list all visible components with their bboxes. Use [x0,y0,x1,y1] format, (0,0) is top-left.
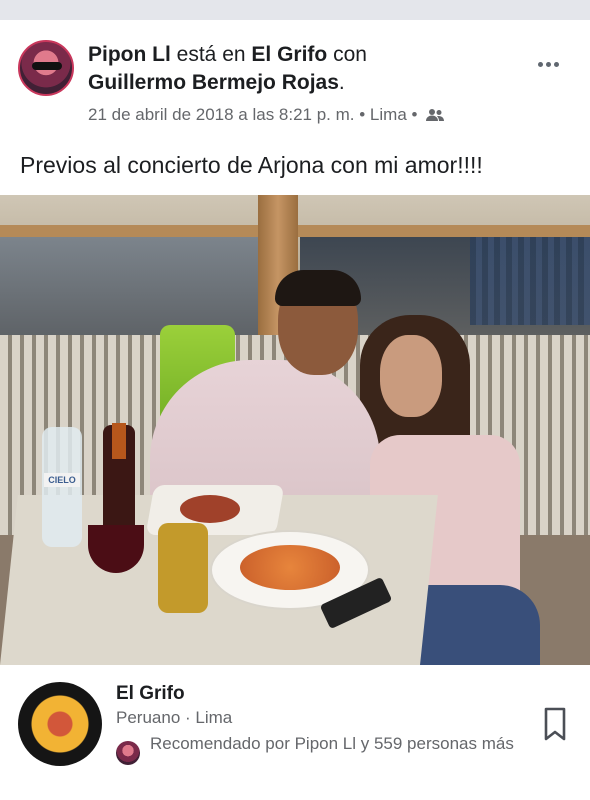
place-logo[interactable] [18,682,102,766]
photo-bottle-label: CIELO [48,475,76,485]
more-dot-icon [554,62,559,67]
avatar-glasses [32,62,62,70]
post-header-line-2: Guillermo Bermejo Rojas. [88,70,345,96]
photo-pasta [240,545,340,590]
photo-man-hair [275,270,361,306]
meta-separator-2: • [406,105,423,124]
more-options-button[interactable] [538,54,566,68]
meta-separator-1: • [354,105,370,124]
place-card[interactable]: El Grifo Peruano · Lima Recomendado por … [0,665,590,800]
author-name[interactable]: Pipon Ll [88,43,171,66]
is-at-text: está en [176,43,246,66]
photo-oil-bottle [158,523,208,613]
place-name[interactable]: El Grifo [116,683,185,705]
photo-wine-neck [112,423,126,459]
friends-icon [426,106,445,128]
photo-water-label: CIELO [44,473,80,487]
post-header: Pipon Ll está en El Grifo con Guillermo … [0,20,590,138]
post-header-line-1: Pipon Ll está en El Grifo con [88,42,528,68]
post-location: Lima [369,105,407,124]
photo-tiles [470,225,590,325]
more-dot-icon [546,62,551,67]
place-recommendation: Recomendado por Pipon Ll y 559 personas … [150,734,514,753]
place-subtitle: Peruano · Lima [116,708,233,727]
post-photo[interactable]: CIELO [0,195,590,665]
photo-water-bottle [42,427,82,547]
place-link[interactable]: El Grifo [251,43,327,66]
with-text: con [333,43,367,66]
post-meta: 21 de abril de 2018 a las 8:21 p. m. • L… [88,104,445,128]
bookmark-icon[interactable] [544,707,566,741]
photo-woman-face [380,335,442,417]
post-text: Previos al concierto de Arjona con mi am… [20,152,483,178]
tagged-period: . [338,71,345,94]
top-bar [0,0,590,20]
author-avatar[interactable] [18,40,74,96]
more-dot-icon [538,62,543,67]
tagged-person[interactable]: Guillermo Bermejo Rojas [88,71,339,94]
photo-food-back [180,495,240,523]
recommender-avatar [116,741,140,765]
post-timestamp[interactable]: 21 de abril de 2018 a las 8:21 p. m. [88,105,355,124]
